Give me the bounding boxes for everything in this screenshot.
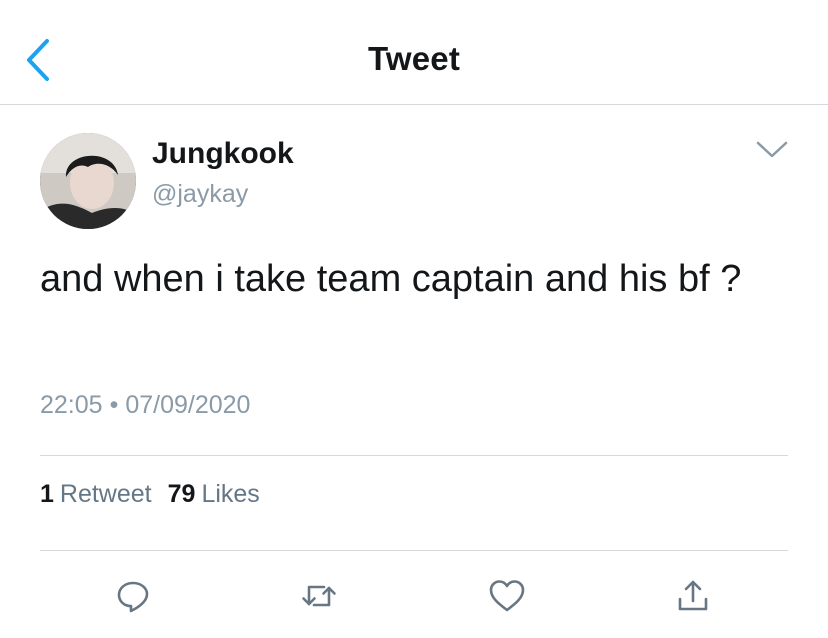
likes-stat[interactable]: 79 Likes — [168, 480, 260, 509]
retweet-button[interactable] — [297, 574, 341, 618]
divider — [40, 550, 788, 551]
tweet-time: 22:05 — [40, 391, 103, 419]
retweets-stat[interactable]: 1 Retweet — [40, 480, 152, 509]
share-icon — [678, 580, 708, 611]
divider — [40, 455, 788, 456]
like-button[interactable] — [485, 574, 529, 618]
tweet-timestamp: 22:05 • 07/09/2020 — [40, 391, 250, 420]
display-name[interactable]: Jungkook — [152, 137, 294, 171]
retweet-icon — [302, 585, 336, 607]
share-button[interactable] — [671, 574, 715, 618]
retweets-count: 1 — [40, 480, 54, 508]
like-icon — [489, 580, 525, 612]
engagement-stats: 1 Retweet 79 Likes — [40, 480, 260, 509]
separator-dot: • — [109, 391, 119, 419]
top-bar: Tweet — [0, 0, 828, 105]
avatar[interactable] — [40, 133, 136, 229]
retweets-label: Retweet — [59, 480, 152, 508]
page-title: Tweet — [367, 40, 461, 77]
likes-count: 79 — [167, 480, 196, 508]
user-handle[interactable]: @jaykay — [152, 180, 248, 209]
reply-button[interactable] — [111, 574, 155, 618]
more-options-button[interactable] — [750, 130, 794, 170]
reply-icon — [117, 581, 149, 613]
tweet-date: 07/09/2020 — [125, 391, 251, 419]
chevron-down-icon — [756, 141, 788, 158]
avatar-photo — [40, 133, 136, 229]
likes-label: Likes — [201, 480, 260, 508]
tweet-text: and when i take team captain and his bf … — [40, 258, 742, 300]
